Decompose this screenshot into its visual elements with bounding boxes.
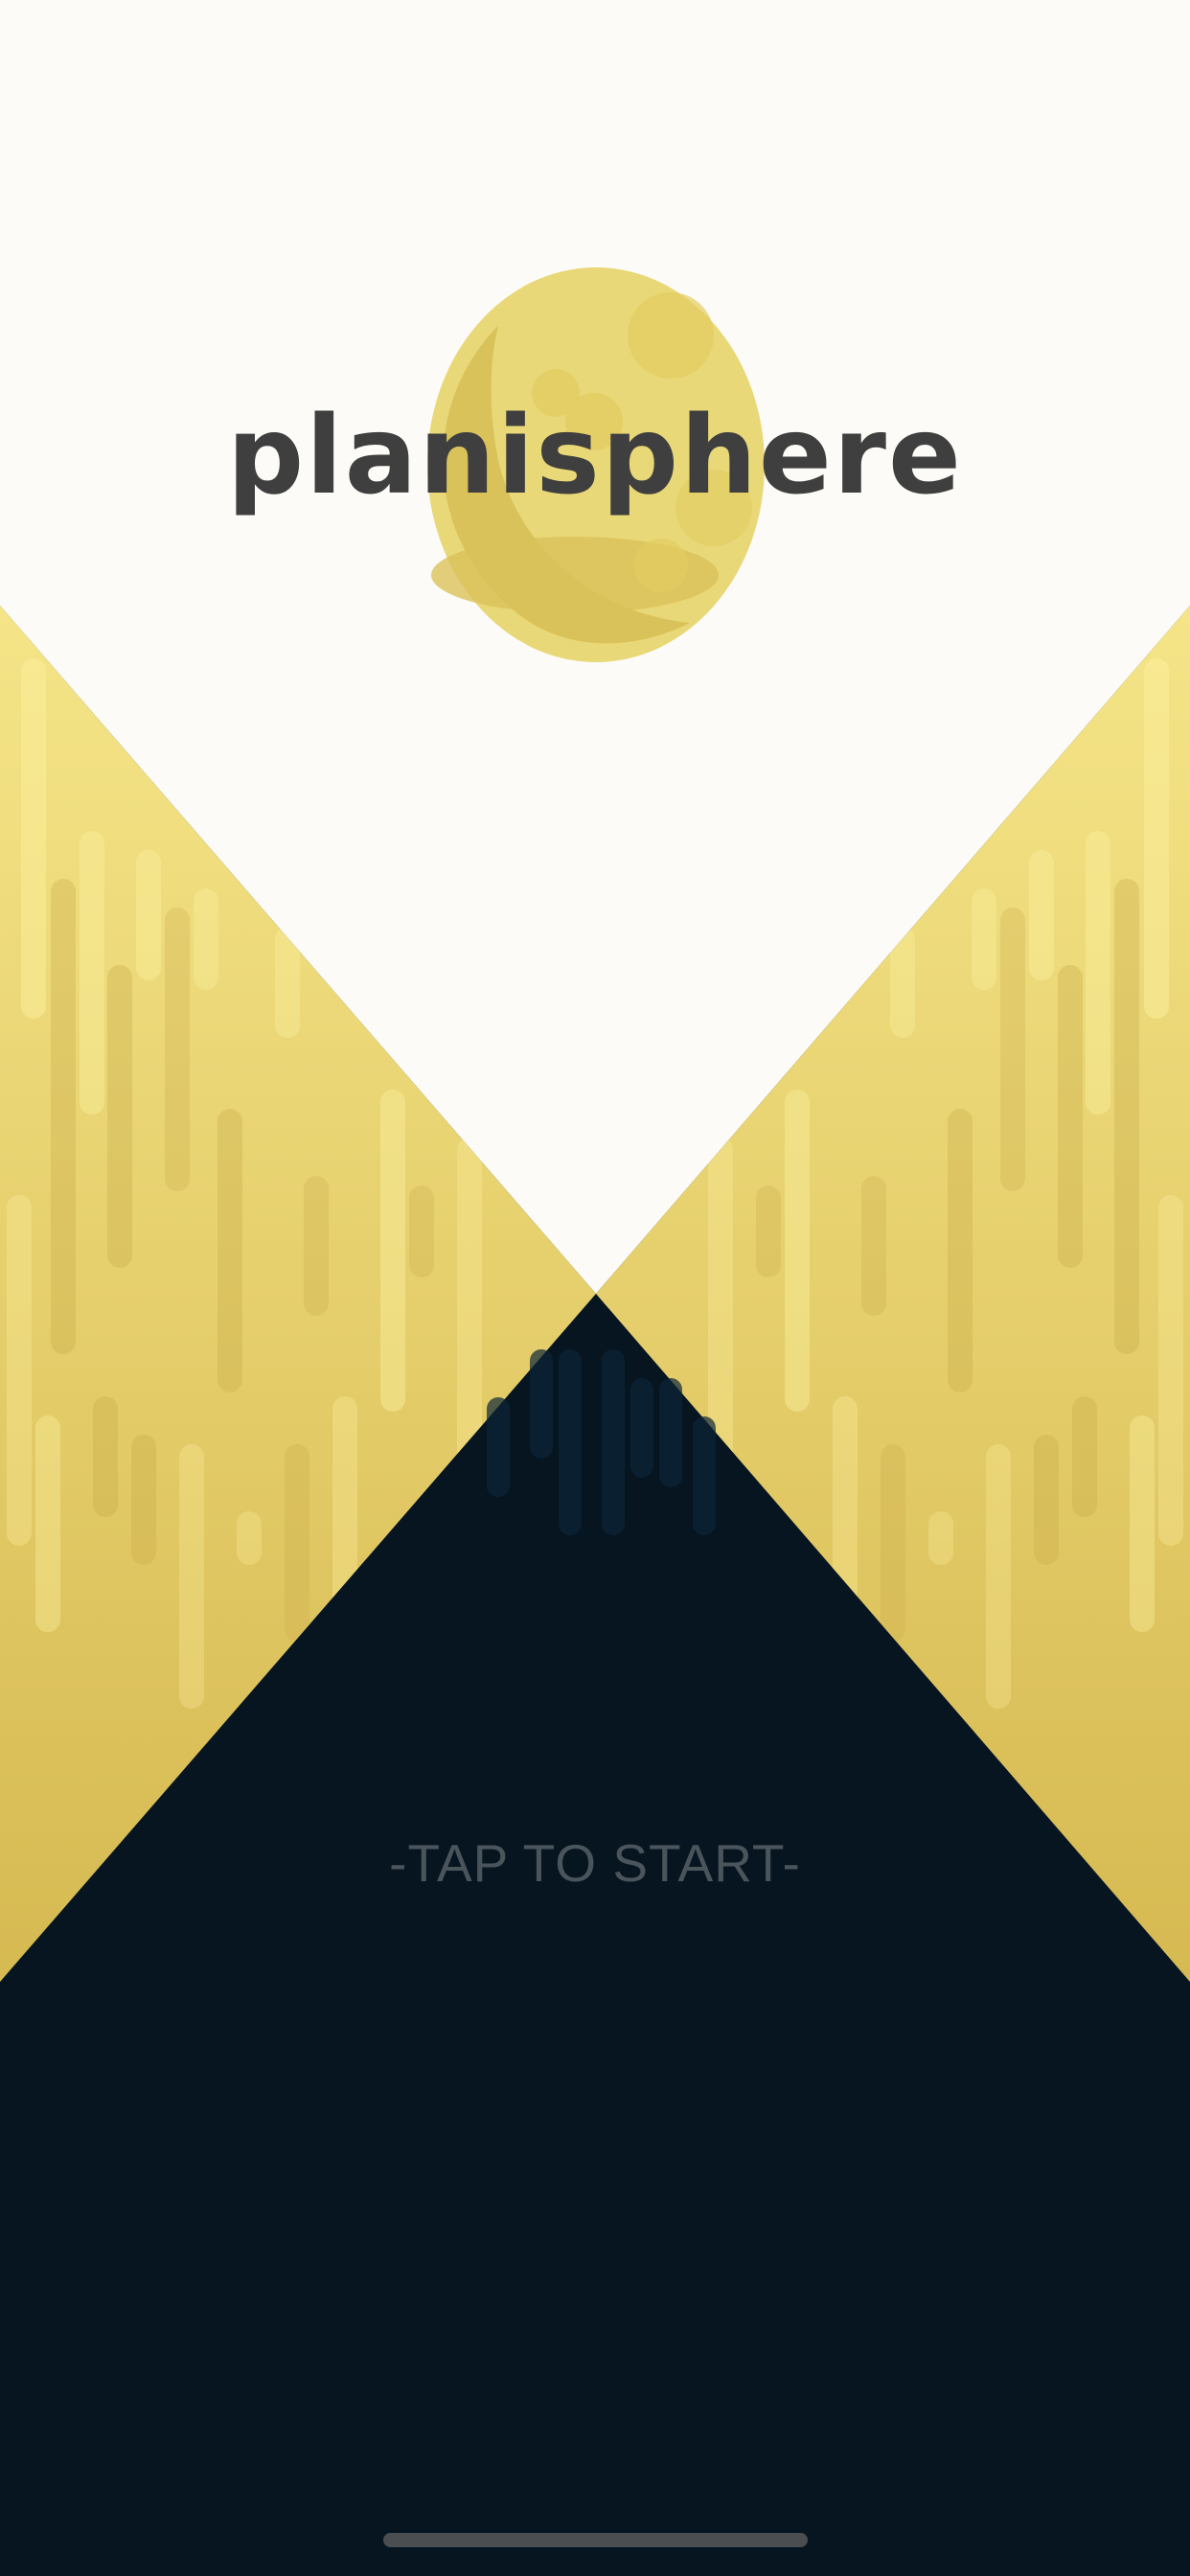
title-screen[interactable]: planisphere -TAP TO START-: [0, 0, 1190, 2576]
background-art: [0, 0, 1190, 2576]
game-title: planisphere: [227, 394, 963, 518]
home-indicator[interactable]: [383, 2533, 808, 2547]
tap-to-start-button[interactable]: -TAP TO START-: [0, 1832, 1190, 1894]
